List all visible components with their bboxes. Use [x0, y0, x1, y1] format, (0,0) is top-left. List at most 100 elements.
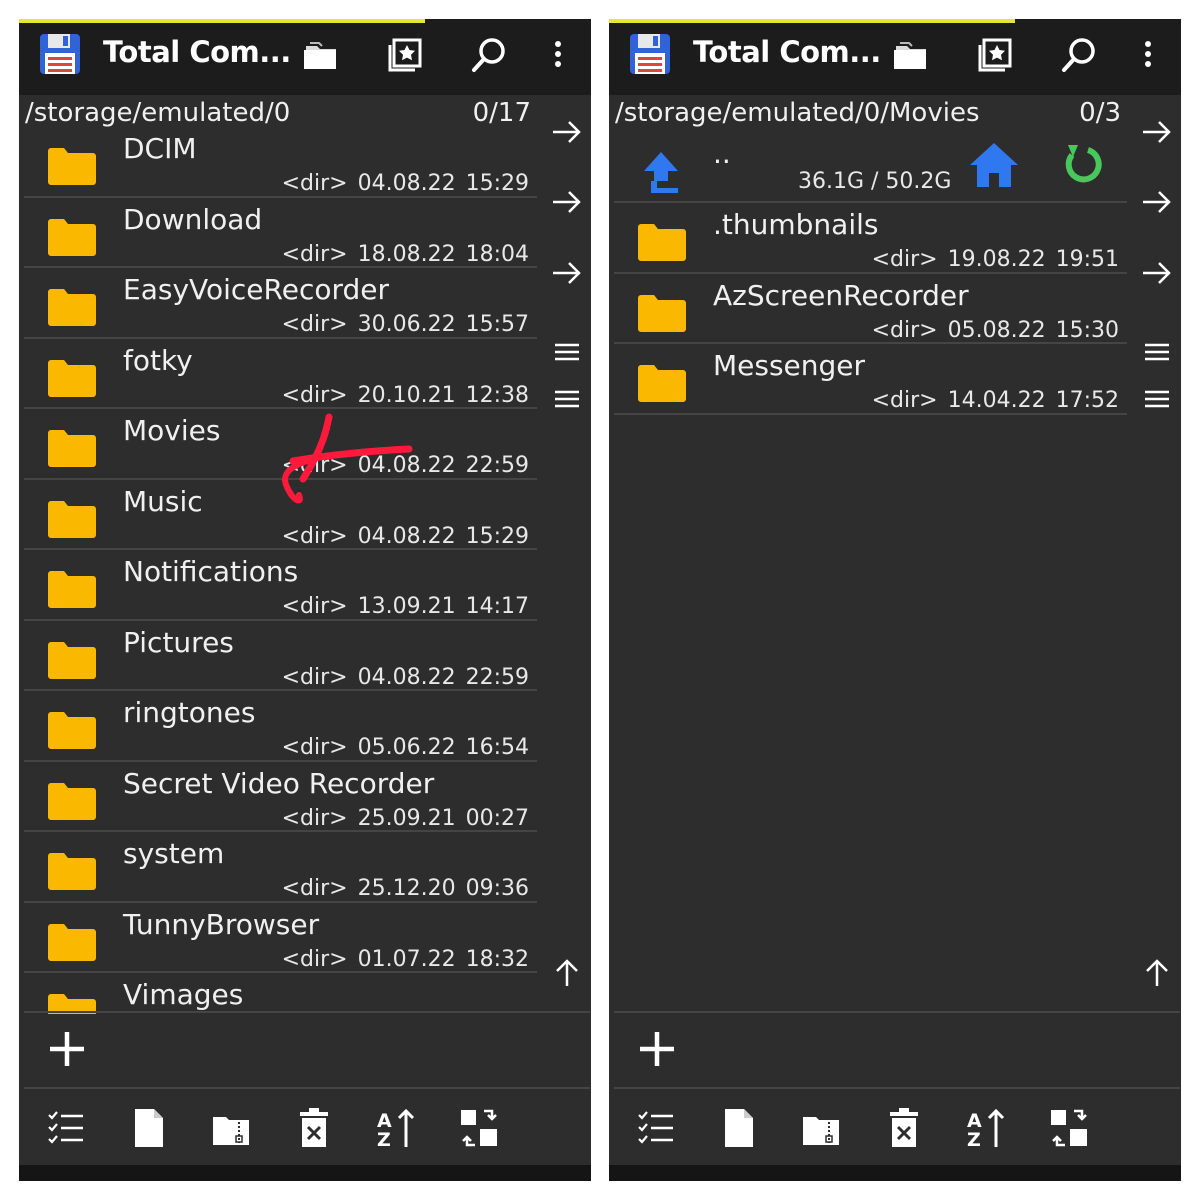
item-type: <dir> [281, 735, 348, 760]
arrow-right-icon[interactable] [551, 187, 583, 217]
arrow-up-icon[interactable] [642, 151, 680, 193]
folder-icon [638, 294, 686, 332]
file-list: DCIM <dir> 04.08.22 15:29 Download <dir> 18… [24, 127, 537, 1014]
item-name: Notifications [123, 555, 299, 588]
list-item[interactable]: Download <dir> 18.08.22 18:04 [24, 198, 537, 268]
item-date: 01.07.22 [357, 946, 456, 972]
swap-icon[interactable] [459, 1107, 499, 1149]
item-time: 16:54 [465, 735, 529, 760]
item-time: 15:29 [465, 171, 529, 196]
list-item[interactable]: Secret Video Recorder <dir> 25.09.21 00:27 [24, 762, 537, 832]
item-meta: <dir> 04.08.22 22:59 [272, 665, 529, 690]
folder-icon [48, 218, 96, 256]
item-time: 18:32 [465, 946, 529, 972]
bookmark-icon[interactable] [975, 35, 1015, 75]
list-item[interactable]: EasyVoiceRecorder <dir> 30.06.22 15:57 [24, 268, 537, 339]
arrow-right-icon[interactable] [1141, 187, 1173, 217]
item-time: 22:59 [465, 664, 529, 690]
search-icon[interactable] [1059, 35, 1099, 75]
new-file-icon[interactable] [129, 1107, 169, 1149]
item-name: Music [123, 484, 203, 518]
item-time: 09:36 [465, 876, 529, 901]
item-date: 04.08.22 [357, 664, 456, 690]
folder-icon [48, 359, 96, 397]
list-item[interactable]: fotky <dir> 20.10.21 12:38 [24, 339, 537, 409]
list-item[interactable]: system <dir> 25.12.20 09:36 [24, 832, 537, 903]
list-item[interactable]: Music <dir> 04.08.22 15:29 [24, 480, 537, 550]
item-type: <dir> [281, 453, 348, 478]
reload-icon[interactable] [1062, 141, 1106, 187]
folder-icon[interactable] [892, 35, 932, 75]
arrow-right-icon[interactable] [551, 117, 583, 147]
list-item[interactable]: Movies <dir> 04.08.22 22:59 [24, 409, 537, 480]
arrow-right-icon[interactable] [1141, 117, 1173, 147]
menu-icon[interactable] [1141, 337, 1173, 367]
folder-icon [48, 500, 96, 538]
parent-dir-row[interactable]: .. 36.1G / 50.2G [614, 127, 1127, 203]
item-type: <dir> [871, 388, 938, 413]
search-icon[interactable] [469, 35, 509, 75]
delete-icon[interactable] [294, 1107, 334, 1149]
list-item[interactable]: DCIM <dir> 04.08.22 15:29 [24, 127, 537, 198]
home-icon[interactable] [968, 141, 1020, 189]
item-name: Download [123, 202, 263, 236]
more-vert-icon[interactable] [1129, 35, 1167, 75]
folder-icon [48, 712, 96, 749]
item-meta: <dir> 04.08.22 22:59 [272, 453, 529, 478]
item-meta: <dir> 01.07.22 18:32 [272, 947, 529, 972]
delete-icon[interactable] [884, 1107, 924, 1149]
side-button-column [1131, 115, 1181, 1015]
item-type: <dir> [281, 805, 348, 831]
arrow-right-icon[interactable] [551, 258, 583, 288]
item-date: 19.08.22 [947, 247, 1046, 272]
app-bar: Total Com... [19, 19, 591, 95]
arrow-up-icon[interactable] [1141, 958, 1173, 988]
menu-icon[interactable] [1141, 384, 1173, 414]
item-name: Movies [123, 414, 221, 447]
swap-icon[interactable] [1049, 1107, 1089, 1149]
selection-count: 0/3 [1079, 98, 1121, 128]
left-panel: Total Com... /storage/emulated/0 0/17 DC… [19, 19, 591, 1181]
list-item[interactable]: ringtones <dir> 05.06.22 16:54 [24, 691, 537, 762]
item-meta: <dir> 25.09.21 00:27 [272, 806, 529, 831]
zip-icon[interactable] [211, 1107, 251, 1149]
item-date: 20.10.21 [357, 382, 456, 408]
save-icon[interactable] [629, 33, 671, 75]
new-file-icon[interactable] [719, 1107, 759, 1149]
item-date: 25.12.20 [357, 876, 456, 901]
item-name: ringtones [123, 696, 256, 729]
list-item[interactable]: Pictures <dir> 04.08.22 22:59 [24, 621, 537, 691]
menu-icon[interactable] [551, 337, 583, 367]
more-vert-icon[interactable] [539, 35, 577, 75]
select-icon[interactable] [46, 1107, 86, 1149]
list-item[interactable]: TunnyBrowser <dir> 01.07.22 18:32 [24, 903, 537, 973]
zip-icon[interactable] [801, 1107, 841, 1149]
divider [614, 1011, 1180, 1013]
item-date: 04.08.22 [357, 171, 456, 196]
list-item[interactable]: Notifications <dir> 13.09.21 14:17 [24, 550, 537, 621]
sort-icon[interactable]: AZ [966, 1107, 1006, 1151]
item-date: 18.08.22 [357, 241, 456, 267]
sort-icon[interactable]: AZ [376, 1107, 416, 1151]
folder-icon [48, 782, 96, 820]
add-icon[interactable] [47, 1029, 87, 1069]
save-icon[interactable] [39, 33, 81, 75]
menu-icon[interactable] [551, 384, 583, 414]
item-name: DCIM [123, 132, 197, 165]
item-name: Vimages [123, 978, 244, 1011]
item-time: 00:27 [465, 805, 529, 831]
item-time: 22:59 [465, 453, 529, 478]
list-item[interactable]: Messenger <dir> 14.04.22 17:52 [614, 344, 1127, 415]
folder-icon [638, 365, 686, 402]
add-icon[interactable] [637, 1029, 677, 1069]
select-icon[interactable] [636, 1107, 676, 1149]
list-item[interactable]: Vimages [24, 973, 537, 1014]
arrow-up-icon[interactable] [551, 958, 583, 988]
arrow-right-icon[interactable] [1141, 258, 1173, 288]
list-item[interactable]: .thumbnails <dir> 19.08.22 19:51 [614, 203, 1127, 274]
list-item[interactable]: AzScreenRecorder <dir> 05.08.22 15:30 [614, 274, 1127, 344]
folder-icon[interactable] [302, 35, 342, 75]
divider [24, 1011, 590, 1013]
bookmark-icon[interactable] [385, 35, 425, 75]
item-meta: <dir> 04.08.22 15:29 [272, 524, 529, 549]
